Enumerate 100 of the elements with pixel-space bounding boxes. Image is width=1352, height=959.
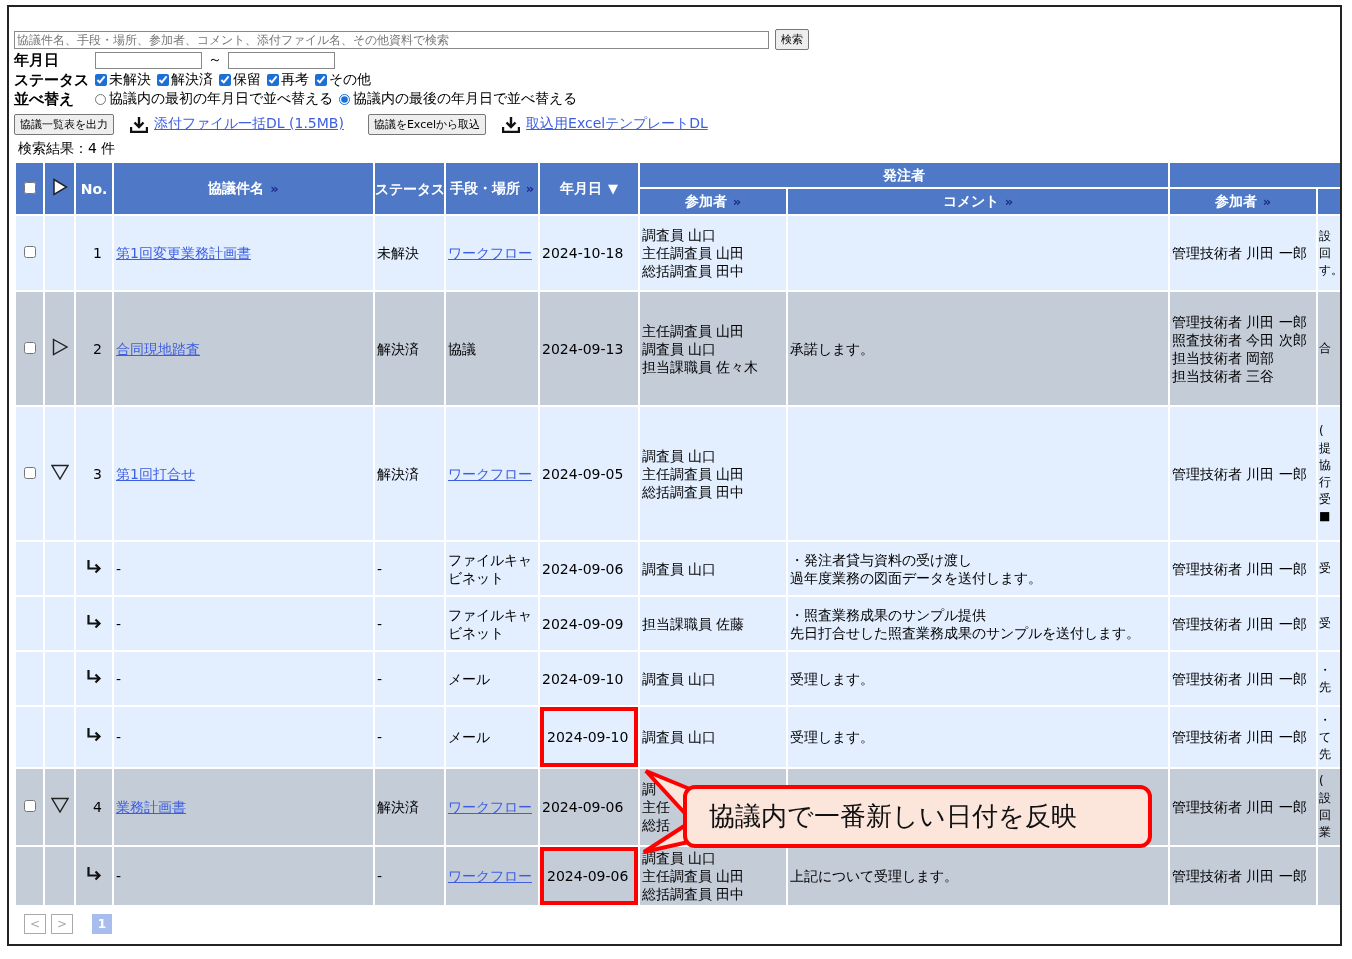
checkbox-label: その他 [329,71,371,89]
expand-column-marker[interactable]: » [1004,194,1014,209]
status-cell: - [377,729,383,745]
participant-name: 調査員 山口 [642,728,717,746]
status-checkbox[interactable] [95,74,107,86]
method-cell: ファイルキャビネット [448,606,532,641]
table-cell: - [116,560,122,577]
participant-name: 管理技術者 川田 一郎 [1172,559,1308,578]
download-link[interactable]: 取込用ExcelテンプレートDL [526,115,708,133]
column-header[interactable]: 協議件名 [208,180,265,196]
radio-label: 協議内の最後の年月日で並べ替える [353,90,577,108]
download-link[interactable]: 添付ファイル一括DL (1.5MB) [154,115,344,133]
consultation-link[interactable]: 業務計画書 [116,799,186,815]
participant-name: 調査員 山口 [642,226,717,244]
sort-indicator[interactable]: ▼ [608,181,618,196]
table-cell-text: 受 [1319,560,1332,577]
reply-arrow-icon [86,867,102,881]
column-header[interactable]: 参加者 [1214,193,1257,209]
status-cell: - [377,868,383,884]
participant-name: 管理技術者 川田 一郎 [1172,728,1308,746]
participant-name: 管理技術者 川田 一郎 [1172,244,1308,262]
participant-name: 照査技術者 今田 次郎 [1172,330,1308,349]
download-icon[interactable] [130,115,148,133]
status-checkbox[interactable] [315,74,327,86]
table-cell: - [116,615,122,632]
expand-column-marker[interactable]: » [270,181,279,196]
consultation-link[interactable]: 合同現地踏査 [116,340,200,357]
date-cell: 2024-09-13 [539,291,639,406]
date-to-field[interactable] [228,51,335,69]
comment-text: 受理します。 [790,728,874,746]
participant-name: 総括調査員 田中 [642,482,745,501]
row-checkbox[interactable] [23,341,36,354]
status-cell: 解決済 [377,340,419,357]
date-from-field[interactable] [95,51,202,69]
participant-name: 主任調査員 山田 [642,867,745,885]
row-checkbox[interactable] [23,246,36,258]
checkbox-label: 解決済 [171,71,213,89]
table-cell-text: 先 [1319,745,1332,763]
group-header: 発注者 [883,167,925,183]
status-cell: 解決済 [377,799,419,815]
method-cell: ファイルキャビネット [448,551,532,586]
download-icon[interactable] [502,115,521,133]
result-count: 検索結果：4 件 [18,140,117,158]
method-link[interactable]: ワークフロー [448,245,532,261]
expand-column-marker[interactable]: » [732,194,742,209]
status-checkbox[interactable] [157,74,169,86]
radio-label: 協議内の最初の年月日で並べ替える [109,90,333,108]
collapse-icon[interactable] [50,797,69,813]
column-header[interactable]: 手段・場所 [449,180,520,196]
column-header[interactable]: コメント [942,193,999,209]
row-number: 1 [93,245,102,261]
filter-label: ステータス [14,70,90,90]
consultation-link[interactable]: 第1回打合せ [116,465,195,482]
search-field[interactable]: 協議件名、手段・場所、参加者、コメント、添付ファイル名、その他資料で検索 [14,30,769,49]
row-checkbox[interactable] [23,466,36,479]
table-cell-text: ( [1319,773,1325,790]
status-checkbox[interactable] [267,74,279,86]
sort-radio[interactable] [339,93,350,105]
search-button[interactable]: 検索 [775,29,809,50]
row-number: 4 [93,799,102,815]
table-cell-text: ( [1319,422,1325,440]
row-checkbox[interactable] [23,800,36,812]
status-checkbox[interactable] [219,74,231,86]
comment-text: 先日打合せした照査業務成果のサンプルを送付します。 [790,623,1140,642]
table-cell-text: 回 [1319,244,1332,262]
action-button[interactable]: 協議一覧表を出力 [14,113,114,135]
status-cell: 未解決 [377,245,419,261]
column-header[interactable]: 年月日 [560,180,602,196]
collapse-icon[interactable] [50,463,69,480]
expand-icon[interactable] [50,337,69,356]
table-cell: - [116,868,122,884]
comment-text: ・照査業務成果のサンプル提供 [790,605,986,624]
table-cell-text: ・ [1319,661,1332,679]
comment-text: ・発注者貸与資料の受け渡し [790,550,972,569]
table-cell-text: て [1319,728,1332,746]
participant-name: 主任調査員 山田 [642,464,745,483]
date-cell: 2024-10-18 [539,215,639,291]
checkbox-label: 未解決 [109,71,151,89]
participant-name: 調査員 山口 [642,559,717,578]
action-button[interactable]: 協議をExcelから取込 [367,113,487,135]
table-cell-text: ■ [1319,507,1332,525]
participant-name: 調査員 山口 [642,669,717,688]
method-link[interactable]: ワークフロー [448,799,532,815]
status-cell: - [377,615,383,632]
column-header[interactable]: 参加者 [684,193,727,209]
expand-column-marker[interactable]: » [525,181,535,196]
comment-text: 上記について受理します。 [790,867,958,885]
highlighted-date-cell: 2024-09-06 [539,846,639,906]
reply-arrow-icon [86,669,102,684]
participant-name: 管理技術者 川田 一郎 [1172,867,1308,885]
table-cell-text: ・ [1319,711,1332,729]
expand-column-marker[interactable]: » [1262,194,1272,209]
select-all-checkbox[interactable] [23,181,36,194]
consultation-link[interactable]: 第1回変更業務計画書 [116,245,251,261]
row-number: 2 [93,340,102,357]
sort-radio[interactable] [95,93,106,105]
method-cell: メール [448,670,490,687]
method-link[interactable]: ワークフロー [448,465,532,482]
filter-label: 並べ替え [14,89,75,109]
expand-all-icon[interactable] [51,177,68,196]
